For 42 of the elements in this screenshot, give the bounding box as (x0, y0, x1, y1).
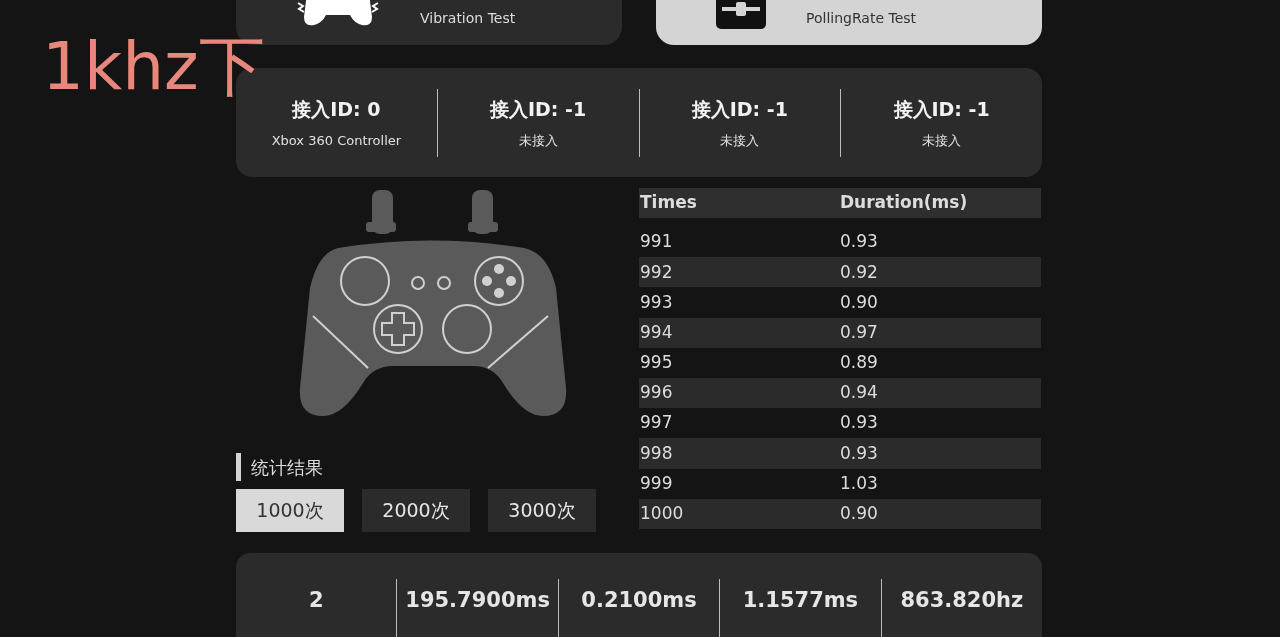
table-cell-text: 992 (639, 260, 674, 284)
table-cell-text: 991 (639, 230, 674, 254)
table-cell-text: 0.90 (840, 290, 878, 314)
sample-count-button[interactable]: 1000次 (236, 489, 344, 532)
table-cell-text: 0.89 (840, 351, 878, 375)
column-header: Duration(ms) (840, 191, 968, 215)
stat-value: 0.2100ms (581, 587, 697, 614)
heading-marker (236, 453, 241, 481)
device-name: 未接入 (922, 132, 962, 150)
sample-count-button[interactable]: 2000次 (362, 489, 470, 532)
table-cell-text: 1000 (639, 502, 685, 526)
table-cell-text: 999 (639, 471, 674, 495)
table-cell-text: 1.03 (840, 471, 878, 495)
device-id: 接入ID: 0 (292, 96, 381, 122)
table-cell-text: 997 (639, 411, 674, 435)
table-cell-text: 994 (639, 320, 674, 344)
table-cell-text: 996 (639, 381, 674, 405)
stat-value: 863.820hz (900, 587, 1024, 614)
table-cell-text: 993 (639, 290, 674, 314)
table-cell-text: 0.92 (840, 260, 878, 284)
table-cell-text: 998 (639, 441, 674, 465)
slider-icon (716, 0, 766, 29)
sample-count-button[interactable]: 3000次 (488, 489, 596, 532)
device-id: 接入ID: -1 (691, 96, 788, 122)
device-name: Xbox 360 Controller (271, 132, 402, 150)
table-cell-text: 0.94 (840, 381, 878, 405)
device-name: 未接入 (518, 132, 558, 150)
stat-value: 2 (308, 587, 324, 614)
table-cell-text: 0.90 (840, 502, 878, 526)
column-header: Times (639, 191, 698, 215)
stat-value: 1.1577ms (742, 587, 859, 614)
mode-tab[interactable]: PollingRate Test (656, 0, 1042, 45)
stat-value: 195.7900ms (405, 587, 550, 614)
section-heading: 统计结果 (251, 455, 323, 480)
table-cell-text: 0.93 (840, 230, 878, 254)
device-id: 接入ID: -1 (490, 96, 587, 122)
device-id: 接入ID: -1 (893, 96, 990, 122)
table-cell-text: 0.93 (840, 411, 878, 435)
table-cell-text: 995 (639, 351, 674, 375)
table-cell-text: 0.97 (840, 320, 878, 344)
table-cell-text: 0.93 (840, 441, 878, 465)
device-name: 未接入 (720, 132, 760, 150)
